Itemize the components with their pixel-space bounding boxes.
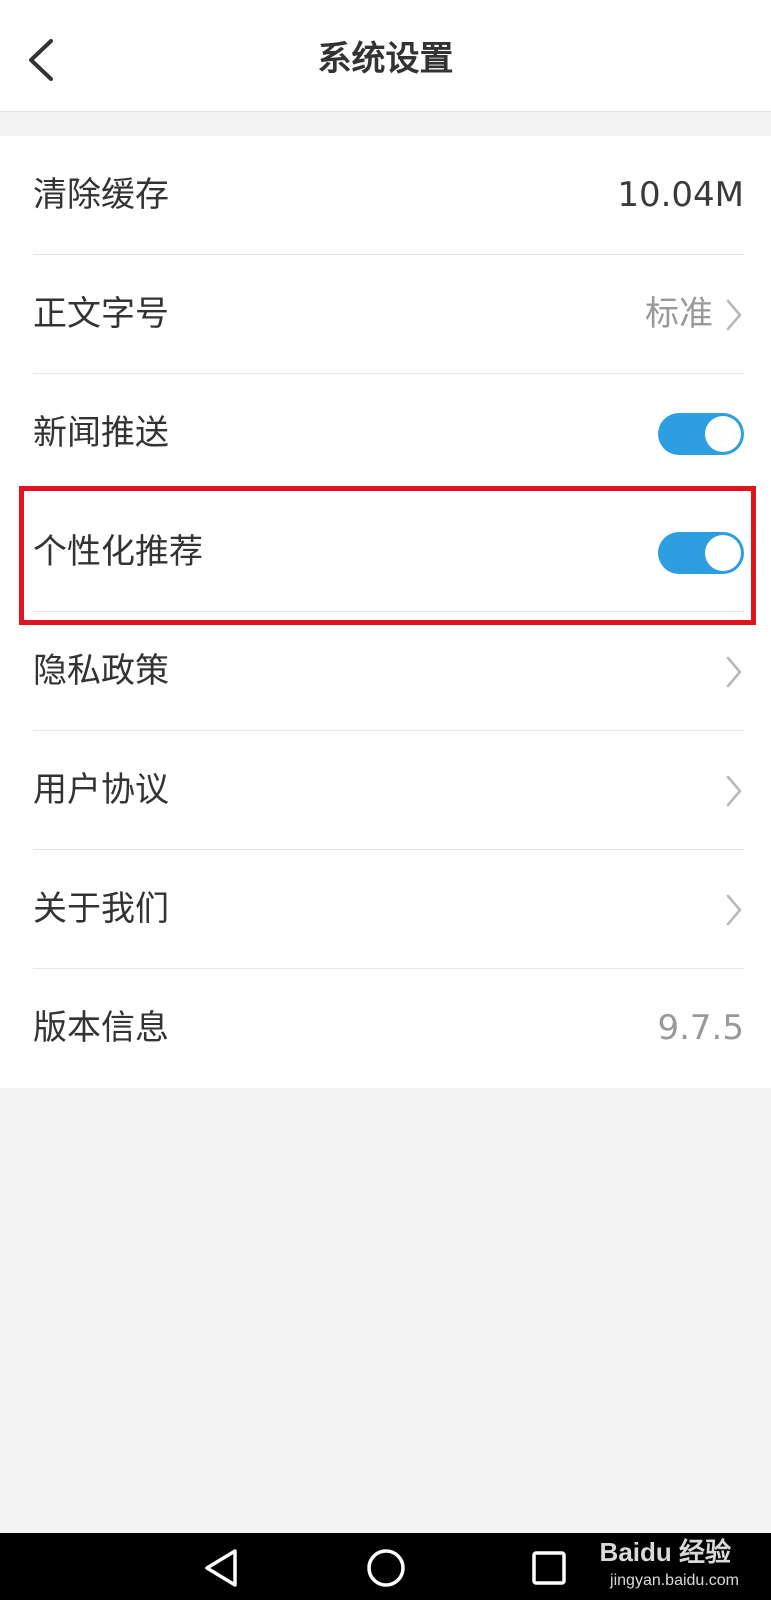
about-us-label: 关于我们 <box>33 889 169 929</box>
chevron-right-icon <box>726 894 742 926</box>
clear-cache-label: 清除缓存 <box>33 175 169 215</box>
version-number: 9.7.5 <box>657 1008 744 1048</box>
top-bar: 系统设置 <box>0 0 771 112</box>
toggle-knob <box>705 535 741 571</box>
privacy-policy-label: 隐私政策 <box>33 651 169 691</box>
nav-home-button[interactable] <box>361 1543 411 1593</box>
personalized-recommendation-label: 个性化推荐 <box>33 532 203 572</box>
watermark-url: jingyan.baidu.com <box>610 1572 739 1589</box>
news-push-row: 新闻推送 <box>0 374 771 493</box>
nav-back-icon <box>205 1549 237 1587</box>
news-push-label: 新闻推送 <box>33 413 169 453</box>
user-agreement-label: 用户协议 <box>33 770 169 810</box>
nav-back-button[interactable] <box>196 1543 246 1593</box>
personalized-recommendation-toggle[interactable] <box>658 532 744 574</box>
personalized-recommendation-row: 个性化推荐 <box>0 493 771 612</box>
font-size-value: 标准 <box>645 294 713 334</box>
chevron-right-icon <box>726 299 742 331</box>
settings-list: 清除缓存 10.04M 正文字号 标准 新闻推送 个性化推荐 隐私政策 用户协议 <box>0 136 771 1088</box>
baidu-jingyan-watermark: Baidu 经验 <box>599 1537 731 1567</box>
about-us-row[interactable]: 关于我们 <box>0 850 771 969</box>
chevron-right-icon <box>726 656 742 688</box>
user-agreement-row[interactable]: 用户协议 <box>0 731 771 850</box>
nav-recents-button[interactable] <box>524 1543 574 1593</box>
cache-size-value: 10.04M <box>617 175 744 215</box>
font-size-row[interactable]: 正文字号 标准 <box>0 255 771 374</box>
chevron-right-icon <box>726 775 742 807</box>
version-info-row: 版本信息 9.7.5 <box>0 969 771 1088</box>
toggle-knob <box>705 416 741 452</box>
news-push-toggle[interactable] <box>658 413 744 455</box>
privacy-policy-row[interactable]: 隐私政策 <box>0 612 771 731</box>
font-size-label: 正文字号 <box>33 294 169 334</box>
nav-recents-icon <box>532 1551 566 1585</box>
nav-home-icon <box>367 1549 405 1587</box>
clear-cache-row[interactable]: 清除缓存 10.04M <box>0 136 771 255</box>
version-info-label: 版本信息 <box>33 1008 169 1048</box>
page-title: 系统设置 <box>317 39 454 79</box>
